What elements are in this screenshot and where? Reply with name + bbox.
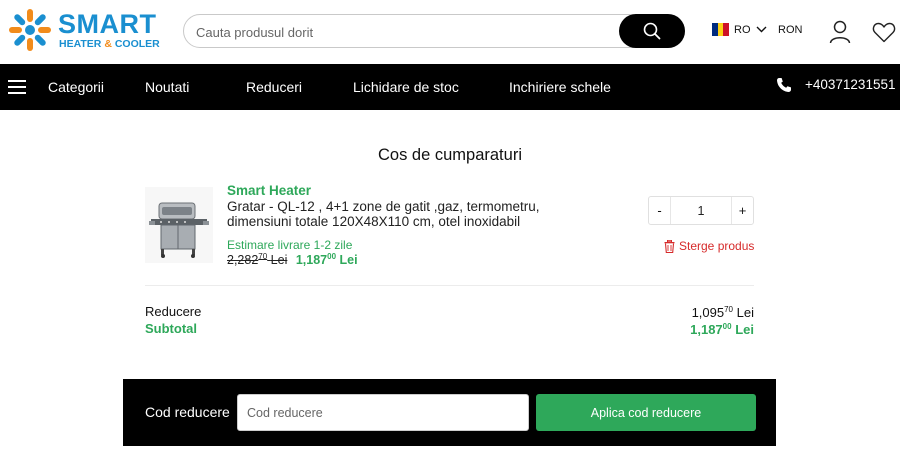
- discount-label: Reducere: [145, 304, 202, 319]
- nav-item-categorii[interactable]: Categorii: [48, 79, 104, 95]
- phone-number[interactable]: +40371231551: [805, 77, 895, 92]
- coupon-input[interactable]: [237, 394, 529, 431]
- logo-tagline: HEATER & COOLER: [59, 38, 160, 50]
- divider: [145, 285, 754, 286]
- quantity-stepper: - 1 +: [648, 196, 754, 225]
- nav-item-inchiriere-schele[interactable]: Inchiriere schele: [509, 79, 611, 95]
- nav-item-noutati[interactable]: Noutati: [145, 79, 189, 95]
- chevron-down-icon: [756, 26, 766, 33]
- search-input[interactable]: [196, 22, 616, 42]
- apply-coupon-button[interactable]: Aplica cod reducere: [536, 394, 756, 431]
- increase-quantity-button[interactable]: +: [732, 197, 753, 224]
- trash-icon: [664, 239, 675, 253]
- search-button[interactable]: [619, 14, 685, 48]
- main-nav: Categorii Noutati Reduceri Lichidare de …: [0, 64, 900, 110]
- remove-product-label: Sterge produs: [679, 239, 755, 253]
- language-code: RO: [734, 23, 751, 36]
- search-icon: [643, 22, 661, 40]
- page-title: Cos de cumparaturi: [378, 146, 522, 164]
- language-selector[interactable]: RO: [712, 23, 767, 36]
- old-price: 2,28270 Lei: [227, 252, 288, 267]
- hamburger-menu-icon[interactable]: [8, 80, 26, 94]
- coupon-label: Cod reducere: [145, 404, 230, 420]
- decrease-quantity-button[interactable]: -: [649, 197, 670, 224]
- phone-icon: [777, 78, 791, 92]
- product-prices: 2,28270 Lei 1,18700 Lei: [227, 252, 358, 267]
- delivery-estimate: Estimare livrare 1-2 zile: [227, 238, 353, 252]
- user-icon[interactable]: [829, 20, 851, 44]
- logo-word: SMART: [58, 9, 157, 39]
- heart-icon[interactable]: [872, 21, 896, 43]
- product-name[interactable]: Gratar - QL-12 , 4+1 zone de gatit ,gaz,…: [227, 199, 557, 229]
- subtotal-label: Subtotal: [145, 321, 197, 336]
- new-price: 1,18700 Lei: [295, 252, 358, 267]
- subtotal-value: 1,18700 Lei: [690, 322, 754, 337]
- currency-selector[interactable]: RON: [778, 24, 802, 36]
- romania-flag-icon: [712, 23, 730, 36]
- coupon-section: Cod reducere Aplica cod reducere: [123, 379, 776, 446]
- nav-item-lichidare-de-stoc[interactable]: Lichidare de stoc: [353, 79, 459, 95]
- product-image[interactable]: [145, 187, 213, 263]
- discount-value: 1,09570 Lei: [691, 305, 754, 320]
- quantity-value[interactable]: 1: [670, 197, 732, 224]
- logo-sun-icon: [9, 9, 51, 51]
- search-bar: [183, 14, 685, 48]
- logo[interactable]: SMART HEATER & COOLER: [8, 8, 160, 54]
- site-header: SMART HEATER & COOLER RO RON: [0, 0, 900, 64]
- product-brand[interactable]: Smart Heater: [227, 183, 311, 198]
- nav-item-reduceri[interactable]: Reduceri: [246, 79, 302, 95]
- remove-product-button[interactable]: Sterge produs: [664, 239, 754, 253]
